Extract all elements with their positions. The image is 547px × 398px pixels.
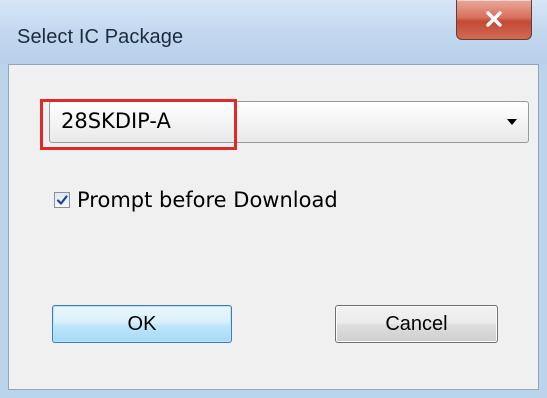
ok-button[interactable]: OK bbox=[52, 305, 232, 343]
prompt-before-download-option[interactable]: Prompt before Download bbox=[54, 185, 338, 215]
select-ic-package-dialog: Select IC Package 28SKDIP-A Prompt befor… bbox=[0, 0, 547, 398]
prompt-before-download-label[interactable]: Prompt before Download bbox=[77, 188, 338, 212]
close-icon bbox=[457, 0, 531, 38]
checkmark-icon bbox=[56, 195, 68, 205]
dialog-body: 28SKDIP-A Prompt before Download OK Canc… bbox=[8, 64, 539, 390]
title-bar[interactable]: Select IC Package bbox=[0, 0, 547, 64]
close-button[interactable] bbox=[456, 0, 532, 40]
prompt-before-download-checkbox[interactable] bbox=[54, 192, 70, 208]
window-title: Select IC Package bbox=[17, 26, 184, 48]
highlight-annotation-box bbox=[40, 99, 237, 150]
cancel-button[interactable]: Cancel bbox=[335, 305, 498, 343]
chevron-down-icon[interactable] bbox=[502, 102, 522, 142]
